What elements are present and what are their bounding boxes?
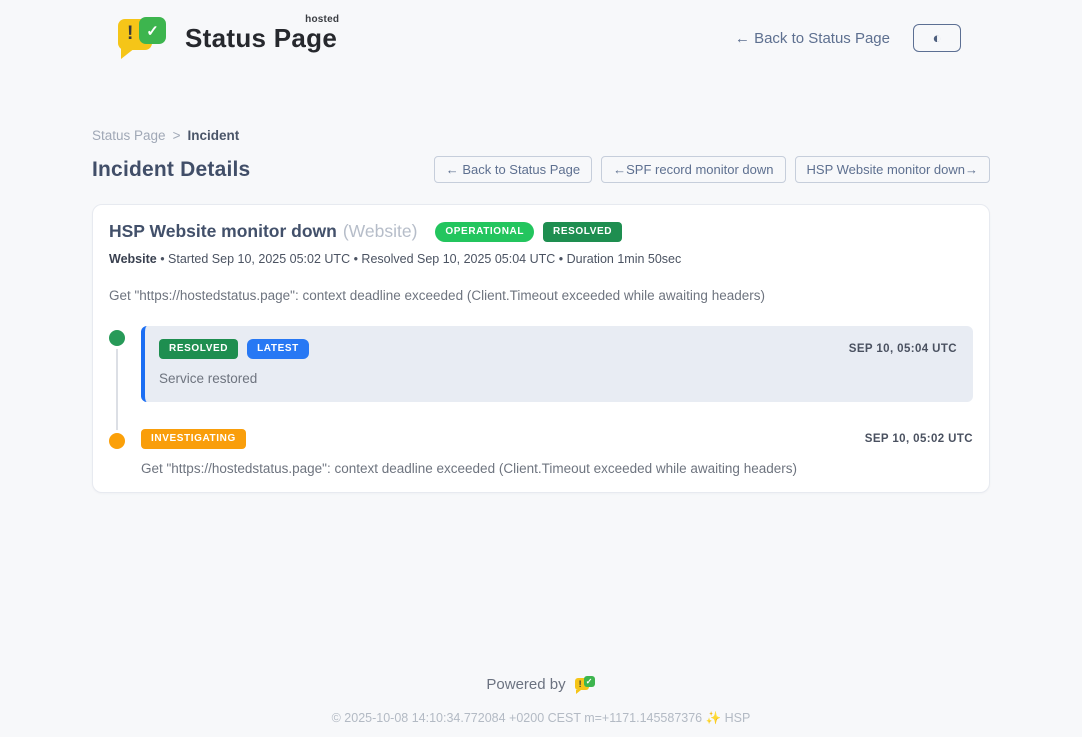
- incident-scope: (Website): [343, 221, 418, 242]
- site-footer: Powered by ! ✓ © 2025-10-08 14:10:34.772…: [92, 675, 990, 726]
- incident-nav-buttons: ← Back to Status Page ←SPF record monito…: [434, 156, 990, 183]
- incident-title-row: HSP Website monitor down (Website) OPERA…: [109, 221, 973, 242]
- theme-toggle-button[interactable]: ◐: [913, 24, 961, 52]
- main-content: Status Page > Incident Incident Details ← …: [92, 128, 990, 726]
- logo-exclamation-glyph: !: [127, 23, 133, 45]
- timeline-timestamp: SEP 10, 05:02 UTC: [865, 433, 973, 445]
- resolved-badge: RESOLVED: [159, 339, 238, 359]
- incident-timeline: RESOLVED LATEST SEP 10, 05:04 UTC Servic…: [109, 326, 973, 476]
- brand-name: Status Page: [185, 23, 337, 53]
- powered-by: Powered by ! ✓: [92, 675, 990, 694]
- investigating-badge: INVESTIGATING: [141, 429, 246, 449]
- incident-title: HSP Website monitor down: [109, 221, 337, 242]
- previous-incident-button[interactable]: ←SPF record monitor down: [601, 156, 785, 183]
- timeline-entry-investigating: INVESTIGATING SEP 10, 05:02 UTC Get "htt…: [141, 429, 973, 476]
- breadcrumb-separator: >: [173, 128, 181, 143]
- incident-card: HSP Website monitor down (Website) OPERA…: [92, 204, 990, 493]
- timeline-dot-green: [109, 330, 125, 346]
- incident-meta-details: • Started Sep 10, 2025 05:02 UTC • Resol…: [160, 252, 681, 266]
- timeline-dot-orange: [109, 433, 125, 449]
- timeline-timestamp: SEP 10, 05:04 UTC: [849, 343, 957, 355]
- timeline-connector-line: [116, 340, 118, 434]
- timeline-message: Get "https://hostedstatus.page": context…: [141, 461, 973, 476]
- breadcrumb-current: Incident: [187, 128, 239, 143]
- header-actions: ← Back to Status Page ◐: [735, 24, 961, 52]
- timeline-entry-resolved: RESOLVED LATEST SEP 10, 05:04 UTC Servic…: [141, 326, 973, 402]
- incident-status-badges: OPERATIONAL RESOLVED: [435, 222, 622, 242]
- breadcrumb: Status Page > Incident: [92, 128, 990, 143]
- timeline-entry-header: RESOLVED LATEST SEP 10, 05:04 UTC: [159, 339, 957, 359]
- brand-logo[interactable]: ! ✓ Status Page hosted: [118, 15, 337, 61]
- status-page-logo-icon: ! ✓: [118, 15, 170, 61]
- operational-badge: OPERATIONAL: [435, 222, 534, 242]
- powered-by-label: Powered by: [486, 676, 565, 693]
- timeline-entry-body: INVESTIGATING SEP 10, 05:02 UTC Get "htt…: [141, 429, 973, 476]
- resolved-badge: RESOLVED: [543, 222, 622, 242]
- mini-logo-checkmark-icon: ✓: [584, 676, 595, 687]
- latest-badge: LATEST: [247, 339, 309, 359]
- timeline-entry-body: RESOLVED LATEST SEP 10, 05:04 UTC Servic…: [141, 326, 973, 402]
- incident-service-name: Website: [109, 252, 157, 266]
- incident-description: Get "https://hostedstatus.page": context…: [109, 288, 973, 303]
- logo-checkmark-icon: ✓: [139, 17, 166, 44]
- back-to-status-page-button[interactable]: ← Back to Status Page: [434, 156, 592, 183]
- header-back-to-status-page-link[interactable]: ← Back to Status Page: [735, 30, 890, 47]
- page-head: Incident Details ← Back to Status Page ←…: [92, 156, 990, 183]
- half-circle-contrast-icon: ◐: [932, 31, 941, 46]
- breadcrumb-root[interactable]: Status Page: [92, 128, 166, 143]
- page-title: Incident Details: [92, 158, 250, 182]
- mini-logo-exclamation-glyph: !: [579, 679, 582, 689]
- copyright-line: © 2025-10-08 14:10:34.772084 +0200 CEST …: [92, 711, 990, 726]
- next-incident-button[interactable]: HSP Website monitor down→: [795, 156, 990, 183]
- timeline-entry-header: INVESTIGATING SEP 10, 05:02 UTC: [141, 429, 973, 449]
- timeline-message: Service restored: [159, 371, 957, 386]
- brand-wordmark: Status Page hosted: [185, 23, 337, 54]
- brand-hosted-label: hosted: [305, 14, 339, 25]
- incident-meta: Website • Started Sep 10, 2025 05:02 UTC…: [109, 252, 973, 266]
- site-header: ! ✓ Status Page hosted ← Back to Status …: [0, 0, 1082, 62]
- status-page-mini-logo-icon[interactable]: ! ✓: [575, 675, 596, 694]
